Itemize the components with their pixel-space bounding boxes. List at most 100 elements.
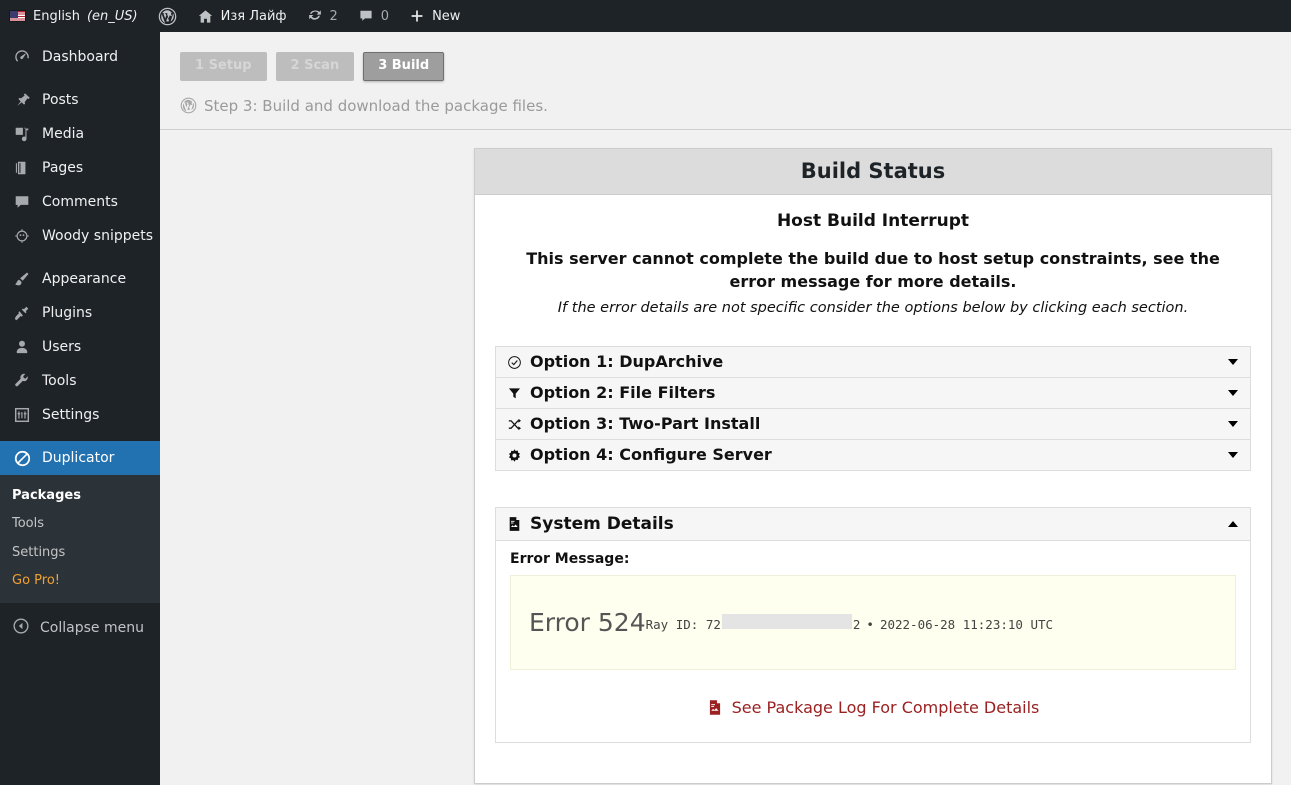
file-log-icon xyxy=(709,700,720,715)
sidebar-separator xyxy=(0,253,160,262)
chevron-up-icon[interactable] xyxy=(1228,521,1238,528)
sidebar-item-label: Woody snippets xyxy=(42,228,154,244)
system-details-header[interactable]: System Details xyxy=(496,508,1250,542)
brush-icon xyxy=(12,269,32,289)
step-3-build[interactable]: 3 Build xyxy=(363,52,445,81)
wrench-icon xyxy=(12,371,32,391)
pin-icon xyxy=(12,90,32,110)
system-details-section: System Details Error Message: Error 524 … xyxy=(495,507,1251,744)
sidebar-item-dashboard[interactable]: Dashboard xyxy=(0,40,160,74)
step-2-scan[interactable]: 2 Scan xyxy=(275,52,355,81)
sidebar-item-label: Tools xyxy=(42,373,77,389)
updates-icon xyxy=(308,10,321,20)
collapse-menu-button[interactable]: Collapse menu xyxy=(0,611,160,645)
sidebar-item-label: Appearance xyxy=(42,271,127,287)
admin-bar-comments-count: 0 xyxy=(380,8,390,24)
sidebar-item-label: Media xyxy=(42,126,85,142)
plug-icon xyxy=(12,303,32,323)
option-1-duparchive[interactable]: Option 1: DupArchive xyxy=(496,347,1250,379)
wizard-steps: 1 Setup 2 Scan 3 Build xyxy=(180,52,1291,81)
sidebar-item-plugins[interactable]: Plugins xyxy=(0,296,160,330)
submenu-item-settings[interactable]: Settings xyxy=(0,539,160,567)
admin-bar-comments[interactable]: 0 xyxy=(348,0,399,32)
admin-bar-language-label: English xyxy=(33,8,80,24)
sidebar-item-label: Posts xyxy=(42,92,79,108)
option-label: Option 3: Two-Part Install xyxy=(530,414,761,434)
option-label: Option 2: File Filters xyxy=(530,383,716,403)
system-details-body: Error Message: Error 524 Ray ID: 72 2 • … xyxy=(496,541,1250,743)
chevron-down-icon[interactable] xyxy=(1228,452,1238,459)
admin-bar-locale: (en_US) xyxy=(86,8,138,24)
admin-bar: English (en_US) Изя Лайф 2 0 New xyxy=(0,0,1291,32)
sidebar-item-posts[interactable]: Posts xyxy=(0,83,160,117)
settings-icon xyxy=(12,405,32,425)
ray-id-redaction xyxy=(721,613,852,629)
submenu-item-go-pro[interactable]: Go Pro! xyxy=(0,567,160,595)
package-log-link-label: See Package Log For Complete Details xyxy=(731,698,1040,718)
admin-bar-new-content[interactable]: New xyxy=(399,0,470,32)
duplicator-icon xyxy=(12,448,32,468)
admin-bar-wp-logo[interactable] xyxy=(148,0,187,32)
sidebar-separator xyxy=(0,432,160,441)
admin-bar-site-name[interactable]: Изя Лайф xyxy=(187,0,297,32)
sidebar-item-label: Duplicator xyxy=(42,450,115,466)
error-code: Error 524 xyxy=(529,608,646,638)
admin-bar-language[interactable]: English (en_US) xyxy=(0,0,148,32)
sidebar-item-label: Comments xyxy=(42,194,118,210)
duplicator-submenu: Packages Tools Settings Go Pro! xyxy=(0,475,160,603)
media-icon xyxy=(12,124,32,144)
wizard-steps-section: 1 Setup 2 Scan 3 Build Step 3: Build and… xyxy=(160,32,1291,115)
option-4-configure-server[interactable]: Option 4: Configure Server xyxy=(496,440,1250,472)
sidebar-item-media[interactable]: Media xyxy=(0,117,160,151)
admin-bar-updates[interactable]: 2 xyxy=(297,0,348,32)
dashboard-icon xyxy=(12,47,32,67)
home-icon xyxy=(198,9,212,23)
pages-icon xyxy=(12,158,32,178)
check-circle-icon xyxy=(506,355,523,370)
option-2-file-filters[interactable]: Option 2: File Filters xyxy=(496,378,1250,410)
wordpress-logo-icon xyxy=(180,97,197,114)
ray-id-prefix: Ray ID: 72 xyxy=(645,616,721,632)
sidebar-item-woody-snippets[interactable]: Woody snippets xyxy=(0,219,160,253)
sidebar-item-label: Pages xyxy=(42,160,84,176)
chevron-down-icon[interactable] xyxy=(1228,359,1238,366)
option-label: Option 1: DupArchive xyxy=(530,352,724,372)
system-details-title: System Details xyxy=(530,513,674,534)
submenu-item-packages[interactable]: Packages xyxy=(0,482,160,510)
wordpress-logo-icon xyxy=(158,7,176,25)
sidebar-item-label: Settings xyxy=(42,407,100,423)
sidebar-item-label: Users xyxy=(42,339,82,355)
plus-icon xyxy=(411,10,423,22)
package-log-link[interactable]: See Package Log For Complete Details xyxy=(707,698,1040,718)
comment-icon xyxy=(12,192,32,212)
user-icon xyxy=(12,337,32,357)
sidebar-item-users[interactable]: Users xyxy=(0,330,160,364)
submenu-item-tools[interactable]: Tools xyxy=(0,510,160,538)
step-description: Step 3: Build and download the package f… xyxy=(180,97,1291,115)
status-hint: If the error details are not specific co… xyxy=(557,300,1189,317)
error-message-box: Error 524 Ray ID: 72 2 • 2022-06-28 11:2… xyxy=(510,575,1236,671)
error-timestamp: 2022-06-28 11:23:10 UTC xyxy=(879,616,1054,632)
option-label: Option 4: Configure Server xyxy=(530,445,772,465)
shuffle-icon xyxy=(506,417,523,432)
sidebar-item-settings[interactable]: Settings xyxy=(0,398,160,432)
sidebar-separator xyxy=(0,74,160,83)
options-accordion: Option 1: DupArchive Option 2: File Filt… xyxy=(495,346,1251,472)
panel-title: Build Status xyxy=(475,149,1271,195)
chevron-down-icon[interactable] xyxy=(1228,390,1238,397)
sidebar-item-tools[interactable]: Tools xyxy=(0,364,160,398)
sidebar-item-duplicator[interactable]: Duplicator xyxy=(0,441,168,475)
step-1-setup[interactable]: 1 Setup xyxy=(180,52,267,81)
collapse-arrow-icon xyxy=(12,617,30,639)
gear-icon xyxy=(506,448,523,463)
option-3-two-part-install[interactable]: Option 3: Two-Part Install xyxy=(496,409,1250,441)
chevron-down-icon[interactable] xyxy=(1228,421,1238,428)
sidebar-item-appearance[interactable]: Appearance xyxy=(0,262,160,296)
sidebar-item-pages[interactable]: Pages xyxy=(0,151,160,185)
build-status-panel: Build Status Host Build Interrupt This s… xyxy=(474,148,1272,785)
admin-sidebar: Dashboard Posts Media Pages Comments Woo… xyxy=(0,32,168,785)
comment-bubble-icon xyxy=(360,10,372,21)
admin-bar-updates-count: 2 xyxy=(329,8,338,24)
content-divider xyxy=(160,128,1291,130)
sidebar-item-comments[interactable]: Comments xyxy=(0,185,160,219)
